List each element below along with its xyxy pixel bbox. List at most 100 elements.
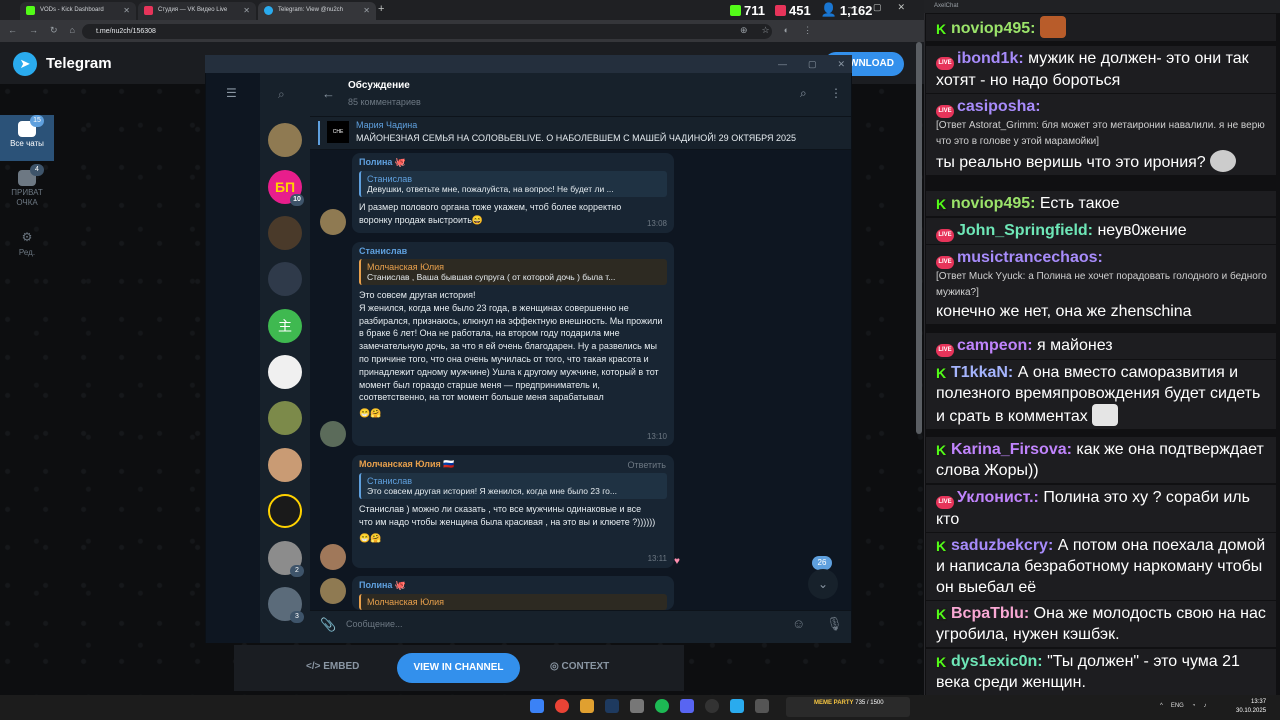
maximize-icon[interactable]: ▢ (808, 59, 817, 70)
reply-button[interactable]: Ответить (628, 460, 666, 470)
folder-all-chats[interactable]: 15 Все чаты (0, 115, 54, 161)
minimize-icon[interactable]: — (778, 59, 787, 70)
home-icon[interactable]: ⌂ (70, 25, 75, 36)
telegram-icon[interactable] (730, 699, 744, 713)
reload-icon[interactable]: ↻ (50, 25, 58, 36)
language-indicator[interactable]: ENG (1171, 703, 1184, 709)
meme-party-widget[interactable]: MEME PARTY 735 / 1500 (786, 697, 910, 717)
taskbar-clock[interactable]: 13:37 30.10.2025 (1236, 698, 1266, 716)
new-tab-icon[interactable]: + (378, 3, 384, 15)
tab-kick-dashboard[interactable]: VODs - Kick Dashboard ✕ (20, 2, 136, 20)
tab-vk-studio[interactable]: Студия — VK Видео Live ✕ (138, 2, 256, 20)
chat-avatar[interactable]: БП 10 (268, 170, 304, 206)
chat-avatar[interactable] (268, 262, 302, 296)
chat-username: noviop495: (951, 195, 1036, 212)
search-icon[interactable]: ⌕ (800, 86, 807, 101)
chat-reply-context: [Ответ Muck Yyuck: а Полина не хочет пор… (936, 271, 1267, 298)
reply-quote[interactable]: Станислав Девушки, ответьте мне, пожалуй… (359, 171, 667, 197)
chat-avatar[interactable]: 主 (268, 309, 302, 343)
chat-text: конечно же нет, она же zhenschina (936, 303, 1192, 320)
message-sender: Полина 🐙 (359, 580, 407, 590)
chat-avatar[interactable] (268, 355, 302, 389)
scroll-down-button[interactable]: ⌄ (808, 569, 838, 599)
heart-reaction-icon[interactable]: ♥ (674, 556, 680, 567)
microphone-icon[interactable]: 🎙 (826, 616, 843, 632)
folder-edit[interactable]: ⚙ Ред. (0, 224, 54, 264)
windows-start-icon[interactable] (530, 699, 544, 713)
chat-username: casiposha: (957, 98, 1041, 115)
reactions[interactable]: 😁🤗 (359, 533, 667, 544)
attach-icon[interactable]: 📎 (320, 617, 336, 633)
sender-avatar[interactable] (320, 544, 346, 570)
more-options-icon[interactable]: ⋮ (830, 86, 842, 100)
chat-avatar[interactable]: 2 (268, 541, 304, 577)
message-bubble[interactable]: Станислав Молчанская Юлия Станислав , Ва… (352, 242, 674, 446)
chat-avatar[interactable]: 3 (268, 587, 304, 623)
app-icon[interactable] (755, 699, 769, 713)
message-input[interactable]: Сообщение... (346, 619, 402, 629)
message-bubble[interactable]: Полина 🐙 Станислав Девушки, ответьте мне… (352, 153, 674, 233)
emoji-icon[interactable]: ☺ (792, 616, 805, 631)
forward-icon[interactable]: → (29, 25, 38, 36)
reply-quote[interactable]: Станислав Это совсем другая история! Я ж… (359, 473, 667, 499)
quote-author: Молчанская Юлия (367, 597, 444, 607)
chat-avatar[interactable] (268, 448, 302, 482)
chevron-up-icon[interactable]: ^ (1160, 703, 1163, 709)
message-bubble[interactable]: Молчанская Юлия 🇷🇺 Ответить Станислав Эт… (352, 455, 674, 568)
sender-avatar[interactable] (320, 421, 346, 447)
page-scrollbar[interactable] (916, 42, 922, 434)
embed-button[interactable]: </> EMBED (306, 661, 359, 672)
chat-message: Ksaduzbekcry: А потом она поехала домой … (926, 533, 1276, 600)
chat-avatar[interactable] (268, 216, 302, 250)
tab-telegram[interactable]: Telegram: View @nu2ch ✕ (258, 2, 376, 20)
message-bubble[interactable]: Полина 🐙 Молчанская Юлия (352, 576, 674, 610)
maximize-icon[interactable]: ▢ (873, 2, 882, 13)
discord-icon[interactable] (680, 699, 694, 713)
app-icon[interactable] (630, 699, 644, 713)
hamburger-menu-icon[interactable]: ☰ (226, 86, 237, 100)
reply-quote[interactable]: Молчанская Юлия Станислав , Ваша бывшая … (359, 259, 667, 285)
search-icon[interactable]: ⌕ (278, 87, 285, 102)
menu-icon[interactable]: ⋮ (803, 25, 812, 36)
close-icon[interactable]: ✕ (123, 6, 130, 15)
volume-icon[interactable]: ♪ (1203, 703, 1206, 709)
zoom-icon[interactable]: ⊕ (740, 25, 748, 36)
person-icon: 👤 (820, 2, 837, 17)
chrome-icon[interactable] (555, 699, 569, 713)
context-button[interactable]: ◎ CONTEXT (550, 661, 609, 672)
steam-icon[interactable] (605, 699, 619, 713)
taskbar-apps (530, 699, 769, 713)
view-in-channel-button[interactable]: VIEW IN CHANNEL (397, 653, 520, 683)
obs-icon[interactable] (705, 699, 719, 713)
close-icon[interactable]: ✕ (243, 6, 250, 15)
close-window-icon[interactable]: ✕ (898, 2, 906, 13)
minimize-icon[interactable]: — (848, 2, 857, 13)
sender-avatar[interactable] (320, 578, 346, 604)
pinned-text: МАЙОНЕЗНАЯ СЕМЬЯ НА СОЛОВЬЕВLIVE. О НАБО… (356, 133, 796, 143)
star-icon[interactable]: ☆ (762, 25, 770, 36)
extension-icon[interactable]: ◐ (784, 25, 789, 36)
chat-message: Knoviop495: Есть такое (926, 191, 1276, 216)
wifi-icon[interactable]: ◔ (1192, 703, 1196, 709)
chat-message: K BcpaTblu: Она же молодость свою на нас … (926, 601, 1276, 647)
reactions[interactable]: 😁🤗 (359, 408, 667, 419)
chat-avatar[interactable] (268, 494, 302, 528)
kick-icon (730, 4, 741, 16)
chat-username: dys1exic0n: (951, 653, 1043, 670)
folder-icon[interactable] (580, 699, 594, 713)
back-arrow-icon[interactable]: ← (322, 86, 335, 101)
folder-private[interactable]: 4 ПРИВАТ ОЧКА (0, 164, 54, 214)
quote-author: Станислав (367, 174, 413, 184)
chats-icon: 15 (18, 115, 44, 137)
close-window-icon[interactable]: ✕ (838, 59, 846, 70)
reply-quote[interactable]: Молчанская Юлия (359, 594, 667, 610)
chat-avatar[interactable] (268, 401, 302, 435)
quote-text: Станислав , Ваша бывшая супруга ( от кот… (367, 272, 616, 282)
sender-avatar[interactable] (320, 209, 346, 235)
back-icon[interactable]: ← (8, 25, 17, 36)
chat-avatar[interactable] (268, 123, 302, 157)
url-input[interactable]: t.me/nu2ch/156308 (82, 24, 772, 39)
comment-count: 85 комментариев (348, 97, 421, 107)
close-icon[interactable]: ✕ (363, 6, 370, 15)
spotify-icon[interactable] (655, 699, 669, 713)
